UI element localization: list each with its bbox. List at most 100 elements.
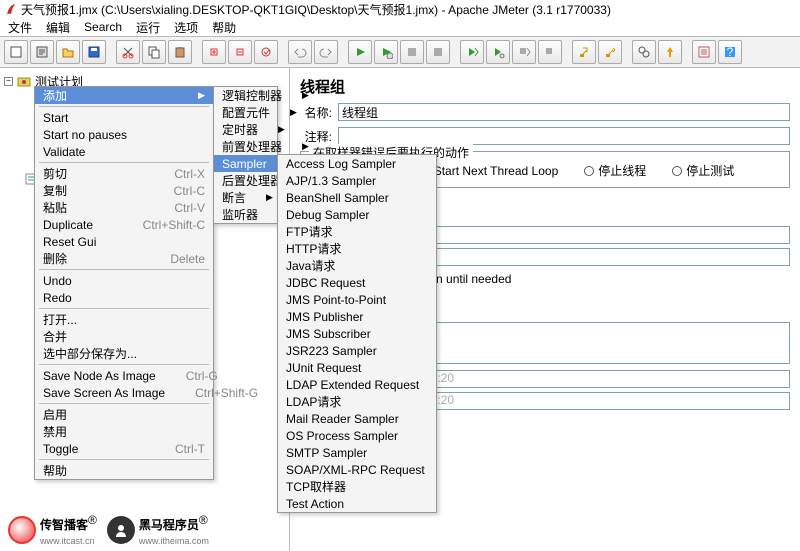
sampler-item-6[interactable]: Java请求 <box>278 257 436 274</box>
ctx-delete[interactable]: 删除Delete <box>35 250 213 267</box>
open-button[interactable] <box>56 40 80 64</box>
ctx-open[interactable]: 打开... <box>35 311 213 328</box>
ctx-saveas[interactable]: 选中部分保存为... <box>35 345 213 362</box>
shutdown-button[interactable] <box>426 40 450 64</box>
menu-edit[interactable]: 编辑 <box>46 19 70 36</box>
testplan-icon <box>17 74 31 88</box>
itheima-icon <box>107 516 135 544</box>
sampler-item-1[interactable]: AJP/1.3 Sampler <box>278 172 436 189</box>
ctx2-post[interactable]: 后置处理器▶ <box>214 172 277 189</box>
ctx2-timer[interactable]: 定时器▶ <box>214 121 277 138</box>
ctx-add[interactable]: 添加▶ <box>35 87 213 104</box>
remote-stop-button[interactable] <box>512 40 536 64</box>
sampler-item-18[interactable]: SOAP/XML-RPC Request <box>278 461 436 478</box>
sampler-item-9[interactable]: JMS Publisher <box>278 308 436 325</box>
ctx-savescreen[interactable]: Save Screen As ImageCtrl+Shift-G <box>35 384 213 401</box>
apache-feather-icon <box>5 3 17 15</box>
redo-button[interactable] <box>314 40 338 64</box>
comment-input[interactable] <box>338 127 790 145</box>
clear-all-button[interactable] <box>598 40 622 64</box>
ctx2-listener[interactable]: 监听器▶ <box>214 206 277 223</box>
sampler-item-3[interactable]: Debug Sampler <box>278 206 436 223</box>
ctx-toggle[interactable]: ToggleCtrl-T <box>35 440 213 457</box>
stop-button[interactable] <box>400 40 424 64</box>
toggle-button[interactable] <box>254 40 278 64</box>
menu-help[interactable]: 帮助 <box>212 19 236 36</box>
function-helper-button[interactable] <box>692 40 716 64</box>
toolbar: ? <box>0 36 800 68</box>
ctx2-config[interactable]: 配置元件▶ <box>214 104 277 121</box>
window-title: 天气预报1.jmx (C:\Users\xialing.DESKTOP-QKT1… <box>21 1 611 18</box>
sampler-item-16[interactable]: OS Process Sampler <box>278 427 436 444</box>
new-button[interactable] <box>4 40 28 64</box>
ctx-duplicate[interactable]: DuplicateCtrl+Shift-C <box>35 216 213 233</box>
sampler-item-20[interactable]: Test Action <box>278 495 436 512</box>
title-bar: 天气预报1.jmx (C:\Users\xialing.DESKTOP-QKT1… <box>0 0 800 18</box>
sampler-item-2[interactable]: BeanShell Sampler <box>278 189 436 206</box>
ctx-enable[interactable]: 启用 <box>35 406 213 423</box>
yuan-input[interactable] <box>390 248 790 266</box>
ctx-cut[interactable]: 剪切Ctrl-X <box>35 165 213 182</box>
svg-text:?: ? <box>727 45 734 59</box>
ctx-help[interactable]: 帮助 <box>35 462 213 479</box>
save-button[interactable] <box>82 40 106 64</box>
undo-button[interactable] <box>288 40 312 64</box>
ctx-paste[interactable]: 粘贴Ctrl-V <box>35 199 213 216</box>
expand-button[interactable] <box>202 40 226 64</box>
ctx2-sampler[interactable]: Sampler▶ <box>214 155 277 172</box>
sampler-item-12[interactable]: JUnit Request <box>278 359 436 376</box>
name-input[interactable] <box>338 103 790 121</box>
ctx-start-nopauses[interactable]: Start no pauses <box>35 126 213 143</box>
collapse-button[interactable] <box>228 40 252 64</box>
search-button[interactable] <box>632 40 656 64</box>
logo-itheima: 黑马程序员® www.itheima.com <box>107 513 209 547</box>
radio-stop-thread[interactable]: 停止线程 <box>584 162 646 179</box>
ctx-copy[interactable]: 复制Ctrl-C <box>35 182 213 199</box>
paste-button[interactable] <box>168 40 192 64</box>
start-button[interactable] <box>348 40 372 64</box>
ctx2-pre[interactable]: 前置处理器▶ <box>214 138 277 155</box>
sampler-item-7[interactable]: JDBC Request <box>278 274 436 291</box>
ctx-start[interactable]: Start <box>35 109 213 126</box>
seconds-input[interactable] <box>390 226 790 244</box>
tree-toggle-icon[interactable]: − <box>4 77 13 86</box>
ctx-redo[interactable]: Redo <box>35 289 213 306</box>
menu-run[interactable]: 运行 <box>136 19 160 36</box>
ctx-disable[interactable]: 禁用 <box>35 423 213 440</box>
sampler-item-5[interactable]: HTTP请求 <box>278 240 436 257</box>
ctx-undo[interactable]: Undo <box>35 272 213 289</box>
remote-start-notimers-button[interactable] <box>486 40 510 64</box>
templates-button[interactable] <box>30 40 54 64</box>
copy-button[interactable] <box>142 40 166 64</box>
panel-title: 线程组 <box>300 76 790 97</box>
sampler-item-8[interactable]: JMS Point-to-Point <box>278 291 436 308</box>
sampler-item-4[interactable]: FTP请求 <box>278 223 436 240</box>
sampler-item-19[interactable]: TCP取样器 <box>278 478 436 495</box>
ctx2-logic[interactable]: 逻辑控制器▶ <box>214 87 277 104</box>
ctx-reset[interactable]: Reset Gui <box>35 233 213 250</box>
help-button[interactable]: ? <box>718 40 742 64</box>
remote-shutdown-button[interactable] <box>538 40 562 64</box>
sampler-item-17[interactable]: SMTP Sampler <box>278 444 436 461</box>
menu-options[interactable]: 选项 <box>174 19 198 36</box>
context-menu-add: 逻辑控制器▶ 配置元件▶ 定时器▶ 前置处理器▶ Sampler▶ 后置处理器▶… <box>213 86 278 224</box>
ctx-validate[interactable]: Validate <box>35 143 213 160</box>
clear-button[interactable] <box>572 40 596 64</box>
cut-button[interactable] <box>116 40 140 64</box>
ctx-merge[interactable]: 合并 <box>35 328 213 345</box>
menu-file[interactable]: 文件 <box>8 19 32 36</box>
ctx2-assert[interactable]: 断言▶ <box>214 189 277 206</box>
sampler-item-13[interactable]: LDAP Extended Request <box>278 376 436 393</box>
sampler-item-15[interactable]: Mail Reader Sampler <box>278 410 436 427</box>
radio-stop-test[interactable]: 停止测试 <box>672 162 734 179</box>
start-notimers-button[interactable] <box>374 40 398 64</box>
sampler-item-0[interactable]: Access Log Sampler <box>278 155 436 172</box>
sampler-item-10[interactable]: JMS Subscriber <box>278 325 436 342</box>
reset-search-button[interactable] <box>658 40 682 64</box>
sampler-item-14[interactable]: LDAP请求 <box>278 393 436 410</box>
radio-start-next[interactable]: Start Next Thread Loop <box>420 162 559 179</box>
ctx-savenode[interactable]: Save Node As ImageCtrl-G <box>35 367 213 384</box>
remote-start-button[interactable] <box>460 40 484 64</box>
menu-search[interactable]: Search <box>84 20 122 34</box>
sampler-item-11[interactable]: JSR223 Sampler <box>278 342 436 359</box>
